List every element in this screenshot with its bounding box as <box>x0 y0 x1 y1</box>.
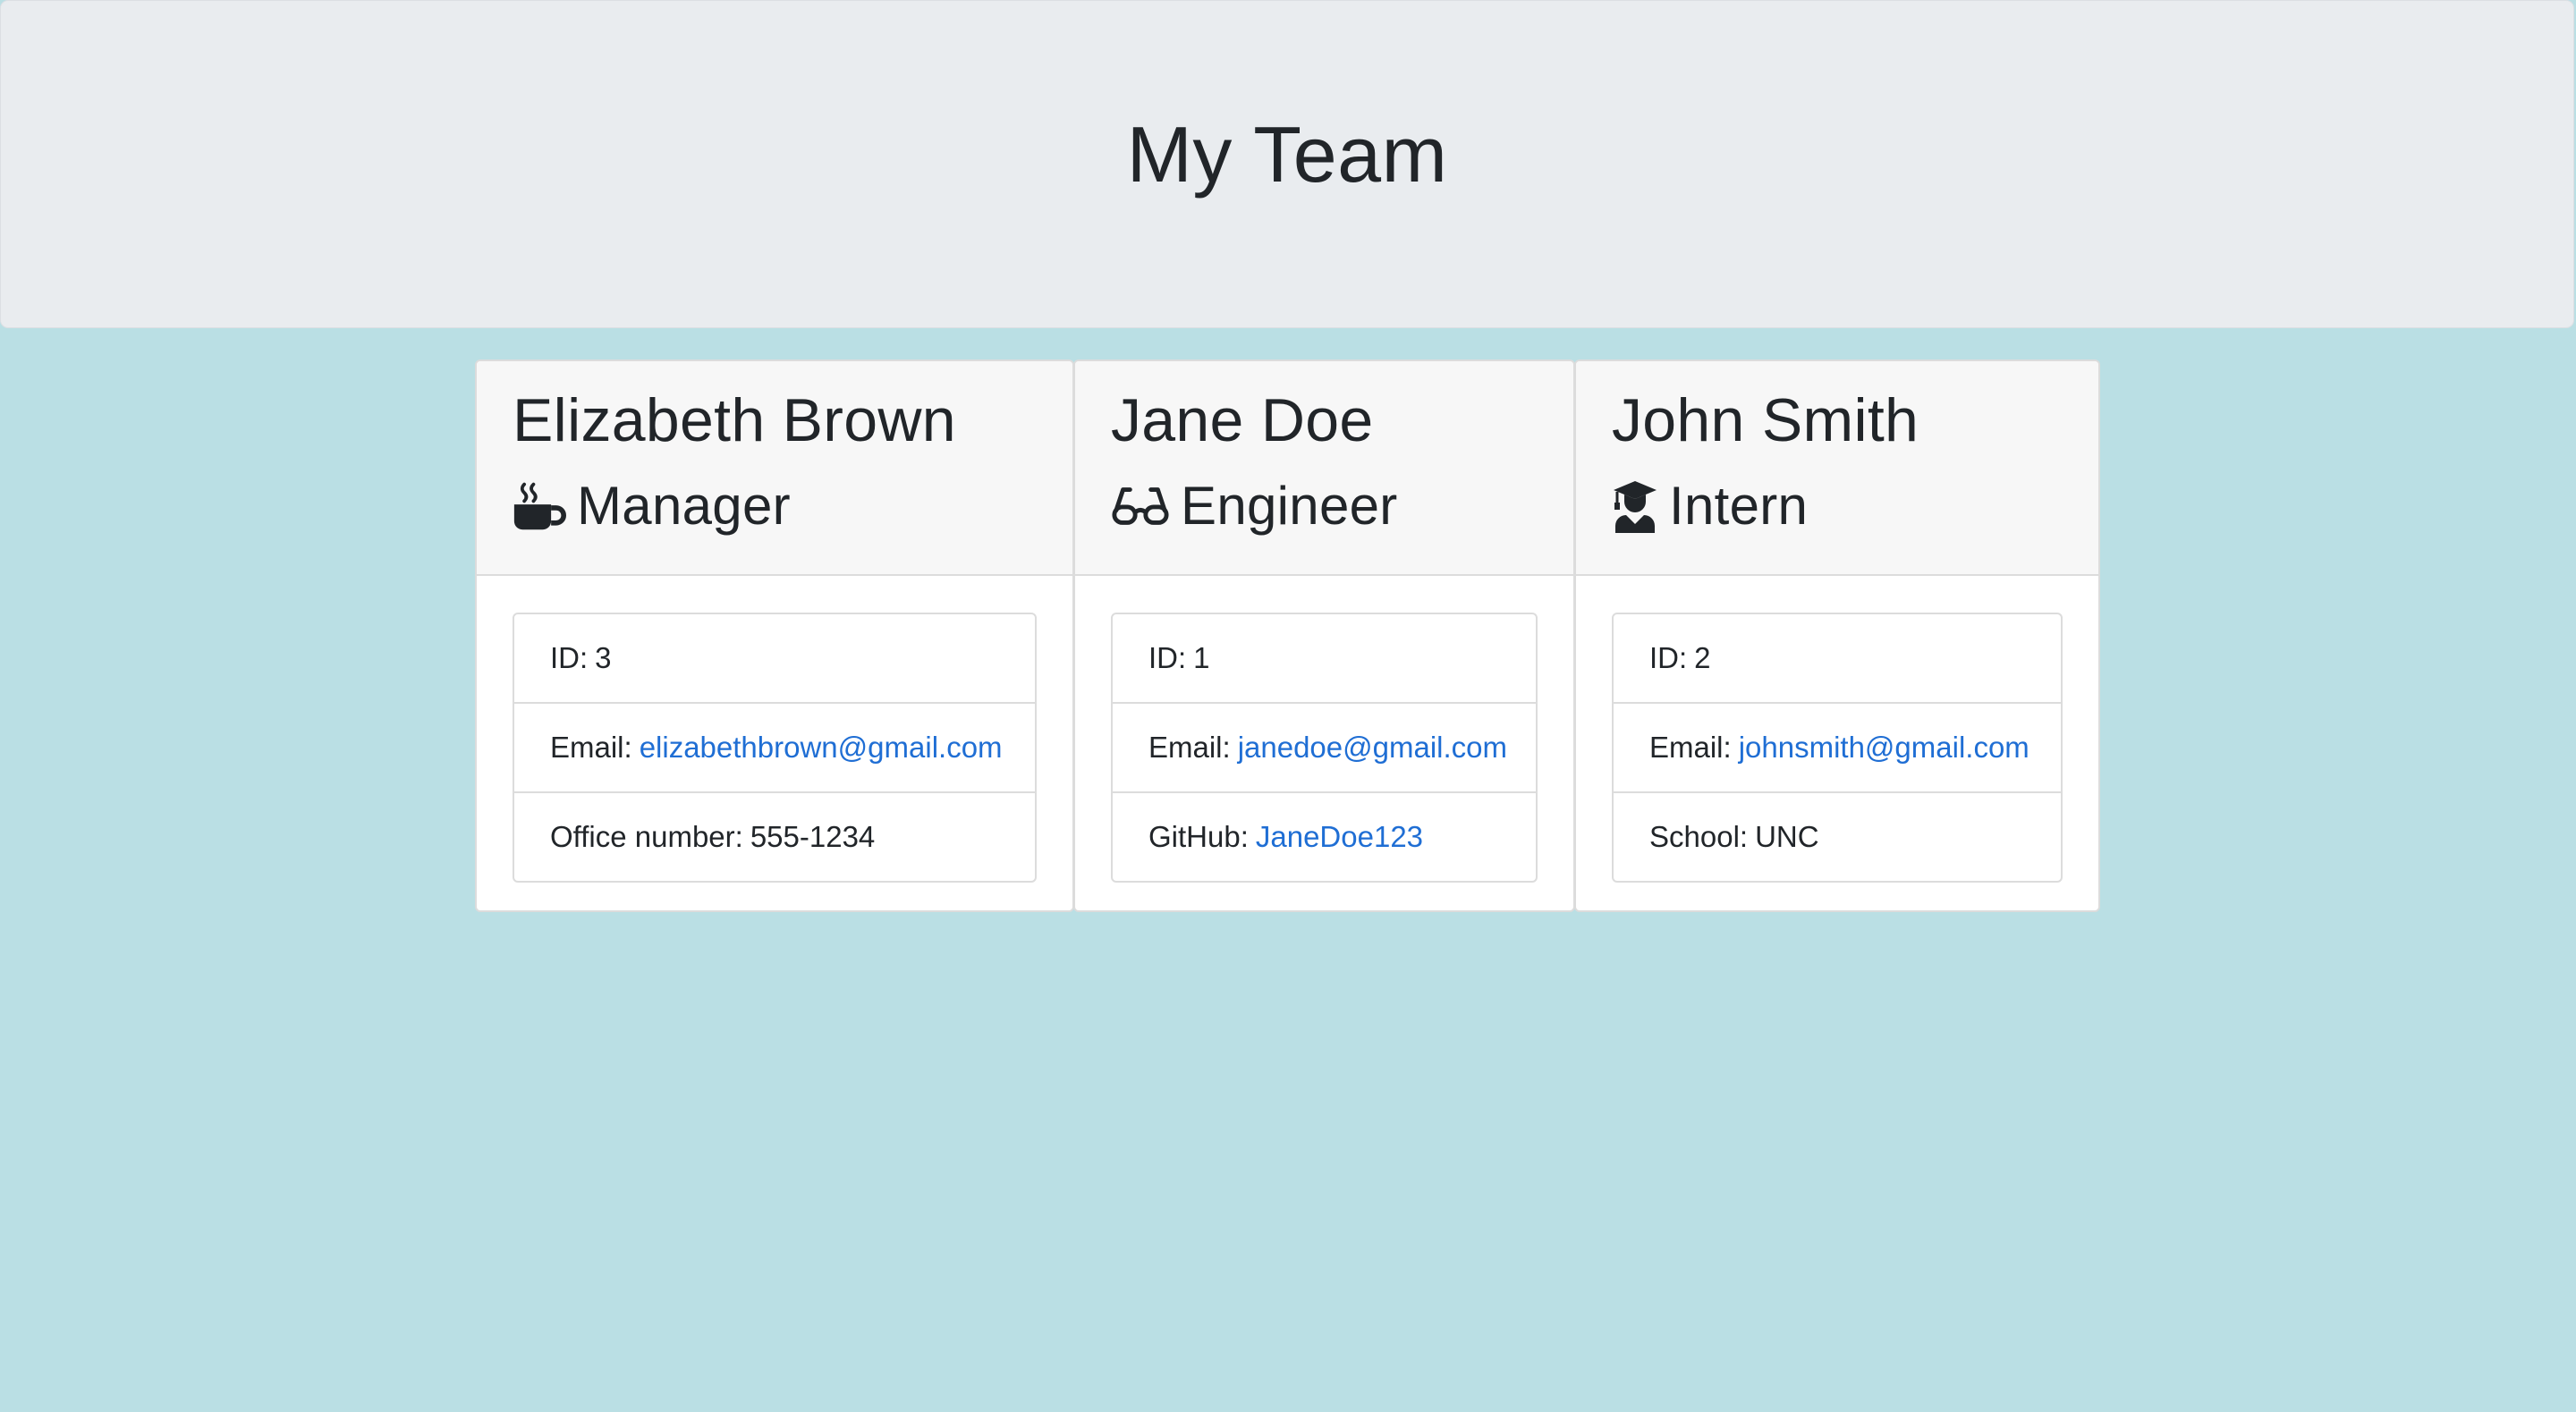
employee-card-manager: Elizabeth Brown Manager ID: 3 Email: eli… <box>475 359 1074 912</box>
list-item-email: Email: janedoe@gmail.com <box>1113 704 1536 793</box>
employee-card-engineer: Jane Doe Engineer ID: 1 Email: janedoe@g… <box>1073 359 1575 912</box>
id-label: ID: <box>550 641 589 674</box>
id-label: ID: <box>1649 641 1688 674</box>
list-item-id: ID: 1 <box>1113 614 1536 704</box>
list-item-id: ID: 3 <box>514 614 1035 704</box>
employee-name: Jane Doe <box>1111 386 1374 454</box>
card-header: Elizabeth Brown Manager <box>477 361 1072 576</box>
id-value: 3 <box>595 641 612 674</box>
id-value: 1 <box>1193 641 1210 674</box>
employee-role: Intern <box>1612 470 1808 542</box>
role-label: Manager <box>577 476 791 536</box>
employee-name: Elizabeth Brown <box>513 386 956 454</box>
list-item-school: School: UNC <box>1614 793 2061 881</box>
glasses-icon <box>1111 479 1170 533</box>
list-item-email: Email: elizabethbrown@gmail.com <box>514 704 1035 793</box>
role-label: Engineer <box>1181 476 1398 536</box>
page-title: My Team <box>1126 110 1448 199</box>
page-header: My Team <box>0 0 2574 328</box>
list-item-id: ID: 2 <box>1614 614 2061 704</box>
id-value: 2 <box>1694 641 1711 674</box>
email-label: Email: <box>550 731 632 764</box>
card-header: John Smith Intern <box>1576 361 2098 576</box>
office-number-value: 555-1234 <box>750 820 876 853</box>
id-label: ID: <box>1148 641 1187 674</box>
email-link[interactable]: elizabethbrown@gmail.com <box>640 731 1003 765</box>
coffee-mug-icon <box>513 479 566 533</box>
employee-card-intern: John Smith Intern ID: 2 Email: johnsmith… <box>1574 359 2100 912</box>
list-item-github: GitHub: JaneDoe123 <box>1113 793 1536 881</box>
list-item-office-number: Office number: 555-1234 <box>514 793 1035 881</box>
employee-details-list: ID: 2 Email: johnsmith@gmail.com School:… <box>1612 613 2063 883</box>
github-link[interactable]: JaneDoe123 <box>1256 820 1423 854</box>
card-header: Jane Doe Engineer <box>1075 361 1573 576</box>
email-label: Email: <box>1148 731 1231 764</box>
employee-role: Manager <box>513 470 791 542</box>
employee-details-list: ID: 1 Email: janedoe@gmail.com GitHub: J… <box>1111 613 1538 883</box>
graduate-icon <box>1612 479 1658 533</box>
list-item-email: Email: johnsmith@gmail.com <box>1614 704 2061 793</box>
email-link[interactable]: janedoe@gmail.com <box>1238 731 1507 765</box>
school-value: UNC <box>1755 820 1819 853</box>
email-link[interactable]: johnsmith@gmail.com <box>1739 731 2029 765</box>
employee-details-list: ID: 3 Email: elizabethbrown@gmail.com Of… <box>513 613 1037 883</box>
github-label: GitHub: <box>1148 820 1249 853</box>
employee-role: Engineer <box>1111 470 1398 542</box>
email-label: Email: <box>1649 731 1732 764</box>
school-label: School: <box>1649 820 1749 853</box>
office-number-label: Office number: <box>550 820 743 853</box>
employee-name: John Smith <box>1612 386 1919 454</box>
role-label: Intern <box>1669 476 1809 536</box>
